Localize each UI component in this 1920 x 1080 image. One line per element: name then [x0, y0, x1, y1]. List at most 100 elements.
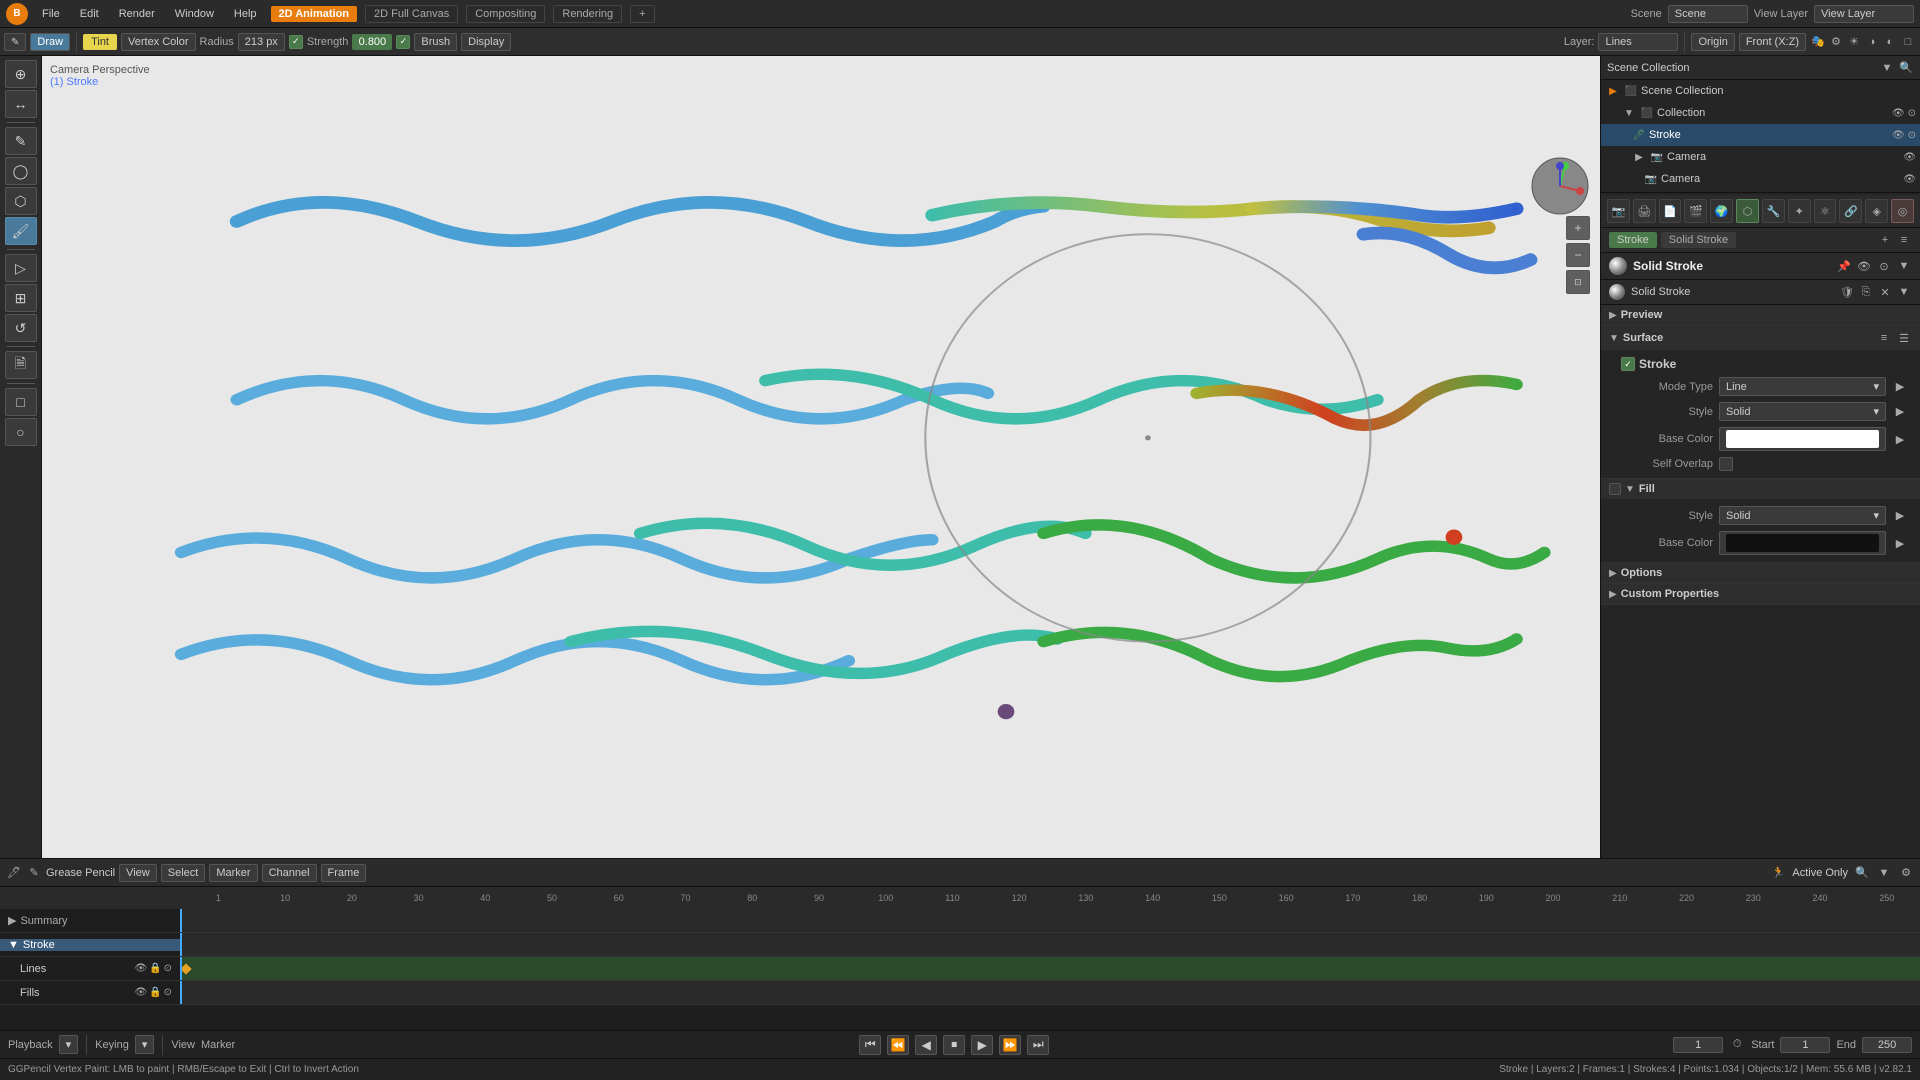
collection-vis-icon[interactable]: 👁: [1892, 108, 1905, 119]
constraints-props-icon[interactable]: 🔗: [1839, 199, 1862, 223]
tab-rendering[interactable]: Rendering: [553, 5, 622, 23]
slot-copy-icon[interactable]: ⎘: [1858, 284, 1874, 300]
stroke-color-extra[interactable]: ▶: [1892, 431, 1908, 447]
mat-eye-icon[interactable]: 👁: [1856, 258, 1872, 274]
fill-color-extra[interactable]: ▶: [1892, 535, 1908, 551]
stroke-render-icon[interactable]: ⊙: [1908, 130, 1916, 141]
mat-camera-icon[interactable]: ⊙: [1876, 258, 1892, 274]
menu-window[interactable]: Window: [169, 6, 220, 22]
keying-dropdown[interactable]: ▾: [135, 1035, 155, 1054]
jump-to-end-btn[interactable]: ⏭: [1027, 1035, 1049, 1055]
material-props-icon[interactable]: ◎: [1891, 199, 1914, 223]
fills-vis[interactable]: 👁: [134, 987, 147, 998]
end-frame-input[interactable]: 250: [1862, 1037, 1912, 1053]
active-only-icon[interactable]: 🏃: [1770, 865, 1786, 881]
viewport[interactable]: Camera Perspective (1) Stroke: [42, 56, 1600, 858]
lines-extra[interactable]: ⊙: [164, 963, 172, 974]
origin-btn[interactable]: Origin: [1691, 33, 1734, 51]
gp-icon[interactable]: ✎: [26, 865, 42, 881]
collection-render-icon[interactable]: ⊙: [1908, 108, 1916, 119]
mode-type-select[interactable]: Line▾: [1719, 377, 1886, 396]
object-props-icon[interactable]: ⬡: [1736, 199, 1759, 223]
menu-render[interactable]: Render: [113, 6, 161, 22]
lines-vis[interactable]: 👁: [134, 963, 147, 974]
outliner-item-camera[interactable]: 📷 Camera 👁: [1601, 168, 1920, 190]
box-tool[interactable]: □: [5, 388, 37, 416]
summary-track-content[interactable]: [180, 909, 1920, 932]
play-reverse-btn[interactable]: ◀: [915, 1035, 937, 1055]
stroke-vis-icon[interactable]: 👁: [1892, 130, 1905, 141]
viewport-icon-4[interactable]: ◑: [1864, 34, 1880, 50]
stroke-base-color-swatch[interactable]: [1719, 427, 1886, 451]
transform-tool[interactable]: ⊞: [5, 284, 37, 312]
fill-style-extra[interactable]: ▶: [1892, 508, 1908, 524]
view-btn[interactable]: Front (X:Z): [1739, 33, 1806, 51]
outliner-item-camera-group[interactable]: ▶ 📷 Camera 👁: [1601, 146, 1920, 168]
scene-select[interactable]: Scene: [1668, 5, 1748, 23]
lines-lock[interactable]: 🔒: [149, 963, 161, 974]
outliner-search-icon[interactable]: 🔍: [1898, 60, 1914, 76]
tab-solid-stroke[interactable]: Solid Stroke: [1661, 232, 1736, 248]
fill-section-header[interactable]: ▼ Fill: [1601, 479, 1920, 499]
self-overlap-checkbox[interactable]: [1719, 457, 1733, 471]
timeline-settings-icon[interactable]: ⚙: [1898, 865, 1914, 881]
stroke-track-expand[interactable]: ▼: [8, 939, 19, 951]
fill-checkbox[interactable]: [1609, 483, 1621, 495]
fills-lock[interactable]: 🔒: [149, 987, 161, 998]
fill-base-color-swatch[interactable]: [1719, 531, 1886, 555]
physics-props-icon[interactable]: ⚛: [1814, 199, 1837, 223]
surface-section-header[interactable]: ▼ Surface ≡ ☰: [1601, 326, 1920, 350]
timeline-frame-btn[interactable]: Frame: [321, 864, 367, 882]
menu-file[interactable]: File: [36, 6, 66, 22]
mat-plus-icon[interactable]: +: [1877, 232, 1893, 248]
timeline-marker-btn[interactable]: Marker: [209, 864, 257, 882]
stroke-style-extra[interactable]: ▶: [1892, 404, 1908, 420]
mat-menu-icon[interactable]: ≡: [1896, 232, 1912, 248]
cursor-tool[interactable]: ⊕: [5, 60, 37, 88]
stroke-style-select[interactable]: Solid▾: [1719, 402, 1886, 421]
bottom-tool-icon[interactable]: 🖊: [6, 865, 22, 881]
viewport-icon-5[interactable]: ◐: [1882, 34, 1898, 50]
viewport-icon-3[interactable]: ☀: [1846, 34, 1862, 50]
stroke-checkbox[interactable]: ✓: [1621, 357, 1635, 371]
strength-value[interactable]: 0.800: [352, 34, 392, 50]
tab-stroke[interactable]: Stroke: [1609, 232, 1657, 248]
slot-remove-icon[interactable]: ✕: [1877, 284, 1893, 300]
outliner-item-scene-collection[interactable]: ▶ ⬛ Scene Collection: [1601, 80, 1920, 102]
surface-menu-icon[interactable]: ≡: [1876, 330, 1892, 346]
annotate-tool[interactable]: 🗎: [5, 351, 37, 379]
outliner-filter-icon[interactable]: ▼: [1879, 60, 1895, 76]
outliner-item-stroke[interactable]: 🖊 Stroke 👁 ⊙: [1601, 124, 1920, 146]
fill-tool[interactable]: ⬡: [5, 187, 37, 215]
tool-mode-btn[interactable]: ✎: [4, 33, 26, 51]
world-props-icon[interactable]: 🌍: [1710, 199, 1733, 223]
zoom-in-btn[interactable]: +: [1566, 216, 1590, 240]
viewport-icon-6[interactable]: □: [1900, 34, 1916, 50]
orientation-gizmo[interactable]: [1530, 156, 1590, 216]
mat-expand-icon[interactable]: ▼: [1896, 258, 1912, 274]
options-section-header[interactable]: ▶ Options: [1601, 563, 1920, 583]
move-tool[interactable]: ↔: [5, 90, 37, 118]
select-tool[interactable]: ▷: [5, 254, 37, 282]
tab-compositing[interactable]: Compositing: [466, 5, 545, 23]
viewport-icon-2[interactable]: ⚙: [1828, 34, 1844, 50]
data-props-icon[interactable]: ◈: [1865, 199, 1888, 223]
scene-props-icon[interactable]: 🎬: [1684, 199, 1707, 223]
view-layer-select[interactable]: View Layer: [1814, 5, 1914, 23]
tab-2d-full-canvas[interactable]: 2D Full Canvas: [365, 5, 458, 23]
mode-badge[interactable]: 2D Animation: [271, 6, 358, 22]
next-keyframe-btn[interactable]: ⏩: [999, 1035, 1021, 1055]
playback-dropdown[interactable]: ▾: [59, 1035, 79, 1054]
start-frame-input[interactable]: 1: [1780, 1037, 1830, 1053]
jump-to-start-btn[interactable]: ⏮: [859, 1035, 881, 1055]
display-select[interactable]: Display: [461, 33, 511, 51]
lines-track-content[interactable]: [180, 957, 1920, 980]
zoom-out-btn[interactable]: −: [1566, 243, 1590, 267]
layer-select[interactable]: Lines: [1598, 33, 1678, 51]
draw-tool[interactable]: ✎: [5, 127, 37, 155]
menu-edit[interactable]: Edit: [74, 6, 105, 22]
tint-btn[interactable]: Tint: [83, 34, 117, 50]
camera-vis-icon[interactable]: 👁: [1903, 174, 1916, 185]
summary-expand[interactable]: ▶: [8, 914, 16, 927]
fills-extra[interactable]: ⊙: [164, 987, 172, 998]
